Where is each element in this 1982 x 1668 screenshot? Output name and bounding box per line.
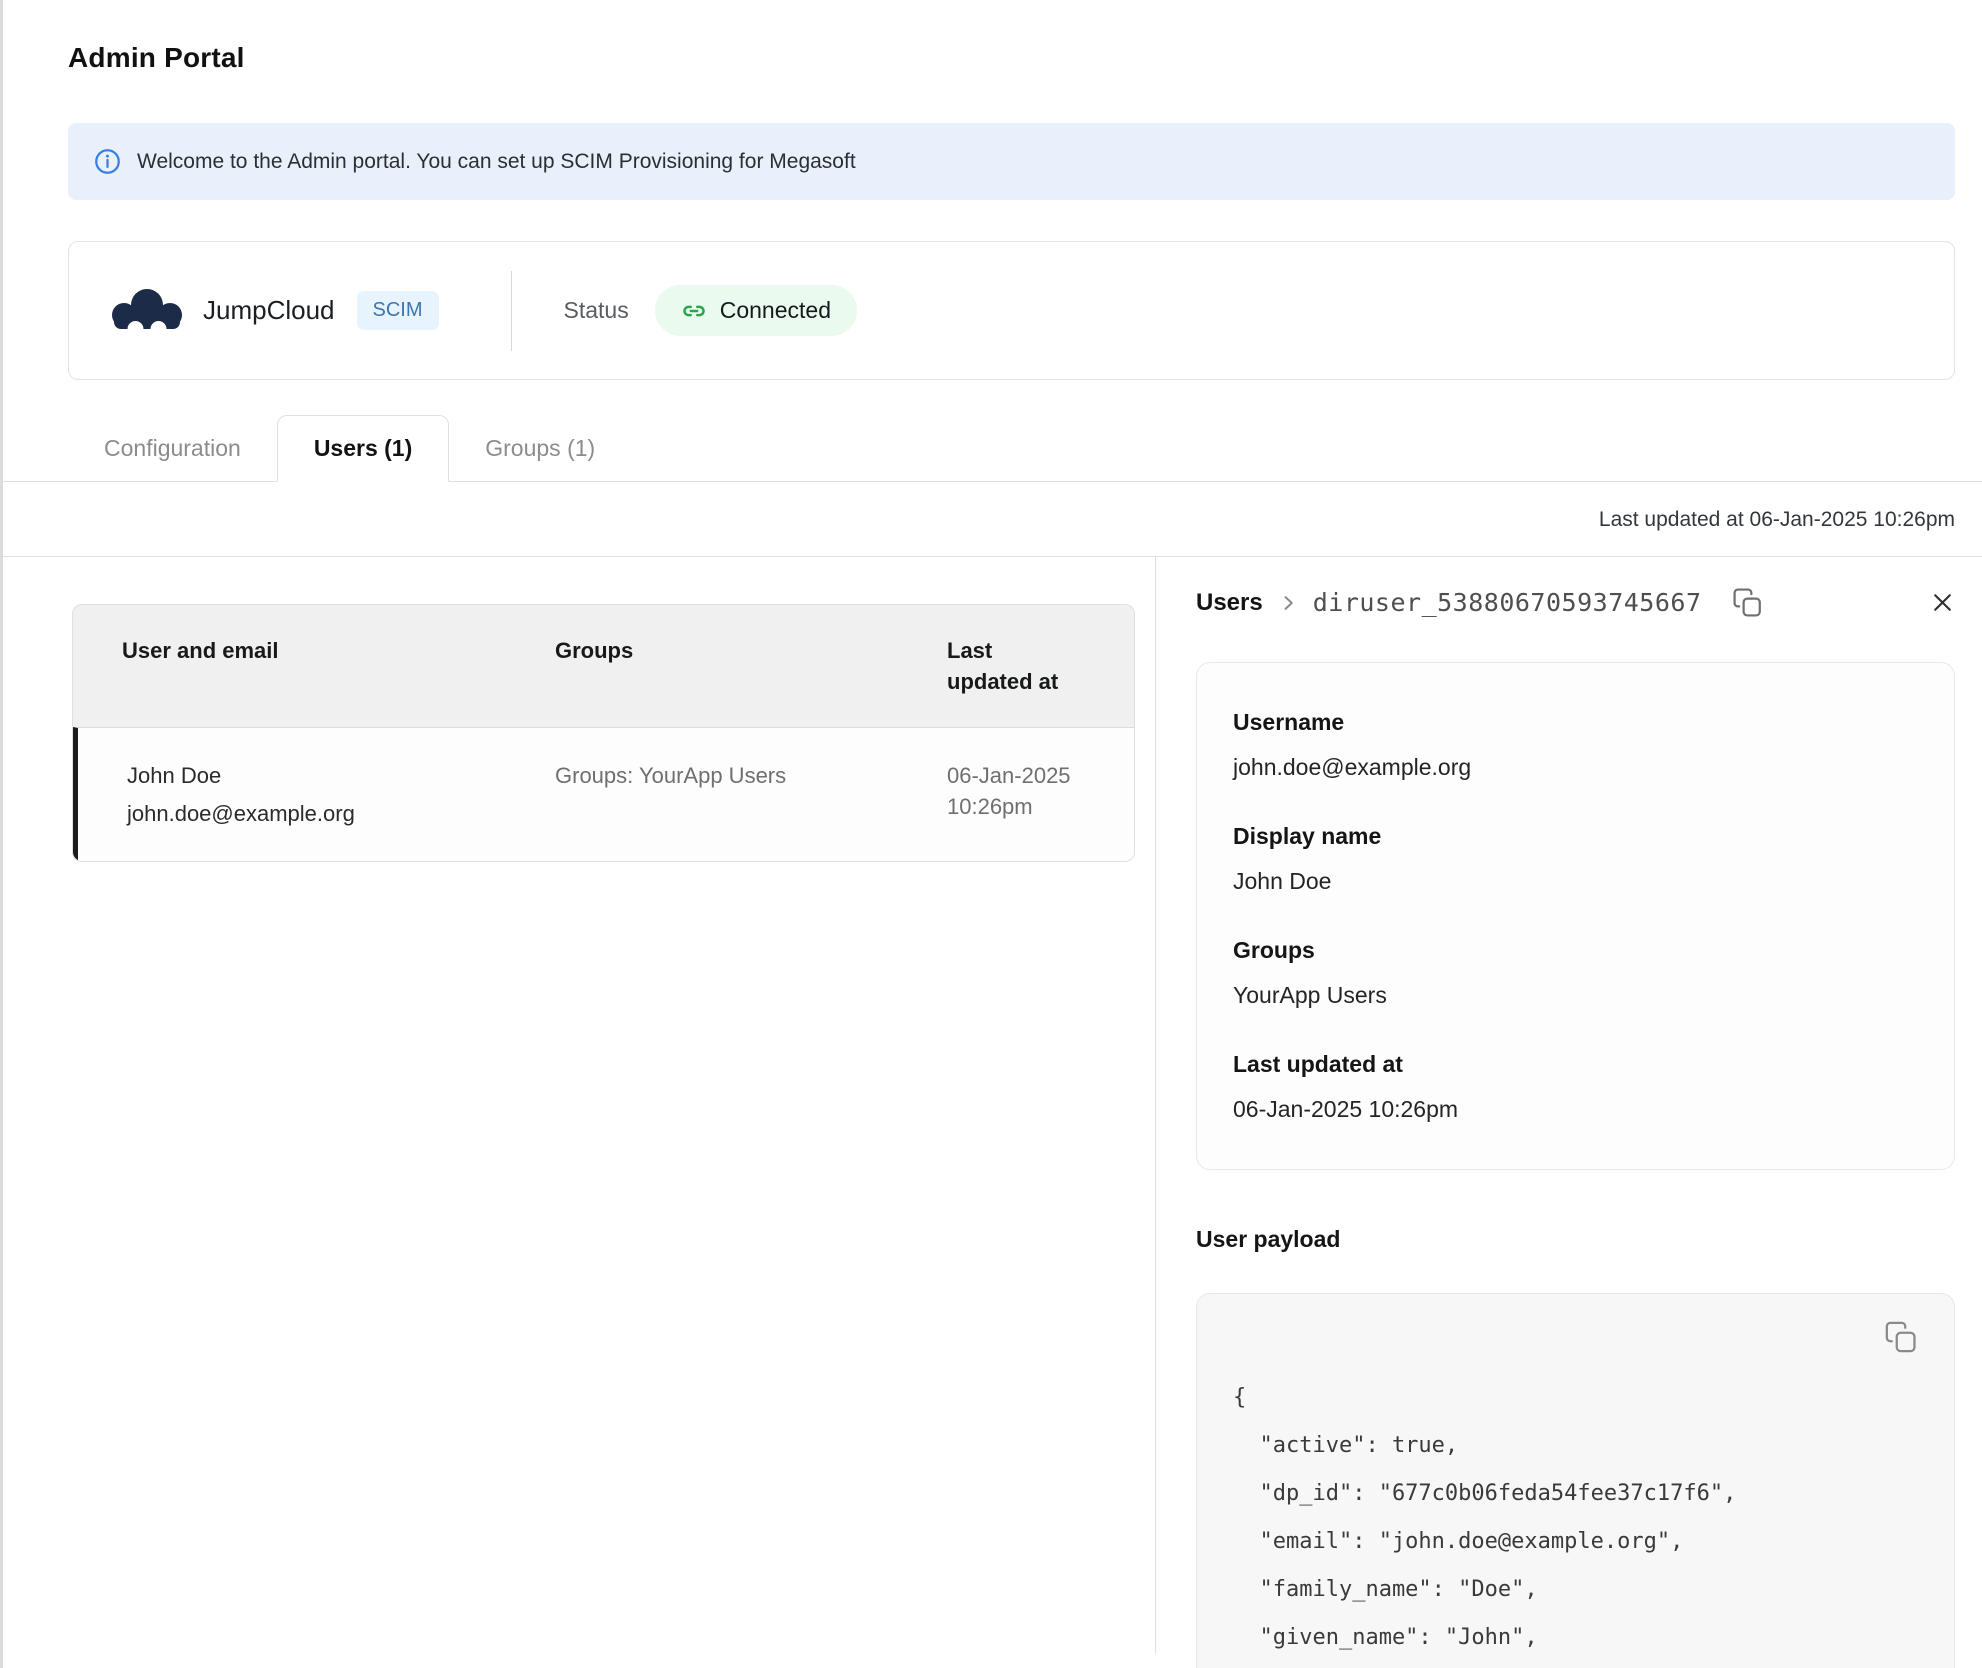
code-line: "family_name": "Doe",: [1233, 1577, 1538, 1602]
copy-record-id-button[interactable]: [1732, 587, 1763, 618]
field-label: Username: [1233, 709, 1345, 735]
copy-payload-button[interactable]: [1884, 1320, 1918, 1354]
field-groups: Groups YourApp Users: [1233, 937, 1918, 1009]
field-value: john.doe@example.org: [1233, 754, 1472, 780]
field-label: Last updated at: [1233, 1051, 1403, 1077]
info-banner: Welcome to the Admin portal. You can set…: [68, 123, 1955, 200]
content-area: User and email Groups Last updated at Jo…: [3, 556, 1982, 1668]
record-id: diruser_53880670593745667: [1312, 588, 1702, 617]
table-header-row: User and email Groups Last updated at: [73, 605, 1134, 727]
user-detail-card: Username john.doe@example.org Display na…: [1196, 662, 1955, 1170]
code-line: {: [1233, 1385, 1247, 1410]
code-line: "dp_id": "677c0b06feda54fee37c17f6",: [1233, 1481, 1737, 1506]
user-payload-title: User payload: [1196, 1226, 1341, 1252]
user-detail-panel: Users diruser_53880670593745667 Username…: [1155, 557, 1982, 1668]
field-value: 06-Jan-2025 10:26pm: [1233, 1096, 1459, 1122]
user-email: john.doe@example.org: [127, 801, 355, 826]
code-line: "given_name": "John",: [1233, 1625, 1538, 1650]
cell-last-updated: 06-Jan-2025 10:26pm: [947, 763, 1071, 819]
provider-name: JumpCloud: [203, 295, 335, 325]
scim-badge: SCIM: [356, 291, 439, 330]
users-table-section: User and email Groups Last updated at Jo…: [3, 557, 1155, 1654]
tab-users[interactable]: Users (1): [276, 415, 450, 482]
field-value: YourApp Users: [1233, 982, 1387, 1008]
field-display-name: Display name John Doe: [1233, 823, 1918, 895]
chevron-right-icon: [1278, 593, 1298, 613]
code-line: "email": "john.doe@example.org",: [1233, 1529, 1684, 1554]
last-updated-text: Last updated at 06-Jan-2025 10:26pm: [1598, 508, 1955, 531]
user-payload-code-block: { "active": true, "dp_id": "677c0b06feda…: [1196, 1293, 1955, 1668]
status-value: Connected: [719, 297, 831, 323]
field-label: Display name: [1233, 823, 1382, 849]
field-username: Username john.doe@example.org: [1233, 709, 1918, 781]
col-header-user-email: User and email: [122, 638, 279, 663]
close-panel-button[interactable]: [1930, 590, 1955, 615]
cell-groups: Groups: YourApp Users: [555, 763, 787, 788]
info-icon: [94, 148, 121, 175]
code-line: "active": true,: [1233, 1433, 1459, 1458]
card-divider: [510, 270, 512, 351]
admin-portal-page: Admin Portal Welcome to the Admin portal…: [0, 0, 1982, 1668]
close-icon: [1930, 590, 1955, 615]
table-row[interactable]: John Doe john.doe@example.org Groups: Yo…: [73, 727, 1134, 861]
link-icon: [681, 298, 707, 324]
users-table: User and email Groups Last updated at Jo…: [72, 604, 1135, 862]
tab-configuration[interactable]: Configuration: [68, 416, 277, 481]
col-header-groups: Groups: [555, 638, 634, 663]
page-title: Admin Portal: [68, 42, 245, 73]
cell-user-and-email: John Doe john.doe@example.org: [78, 760, 506, 829]
copy-icon: [1884, 1320, 1918, 1354]
status-label: Status: [563, 297, 629, 323]
user-name: John Doe: [127, 763, 222, 788]
tab-groups[interactable]: Groups (1): [449, 416, 631, 481]
breadcrumb: Users diruser_53880670593745667: [1196, 587, 1955, 618]
col-header-last-updated: Last updated at: [947, 638, 1059, 694]
status-badge: Connected: [654, 285, 857, 336]
jumpcloud-logo-icon: [109, 287, 185, 335]
field-last-updated: Last updated at 06-Jan-2025 10:26pm: [1233, 1051, 1918, 1123]
field-value: John Doe: [1233, 868, 1332, 894]
code-line: "groups": [: [1233, 1662, 1924, 1668]
copy-icon: [1732, 587, 1763, 618]
breadcrumb-users-link[interactable]: Users: [1196, 589, 1263, 617]
provider-card: JumpCloud SCIM Status Connected: [68, 241, 1955, 380]
field-label: Groups: [1233, 937, 1315, 963]
info-banner-text: Welcome to the Admin portal. You can set…: [137, 149, 856, 173]
tab-bar: Configuration Users (1) Groups (1): [3, 415, 1982, 482]
